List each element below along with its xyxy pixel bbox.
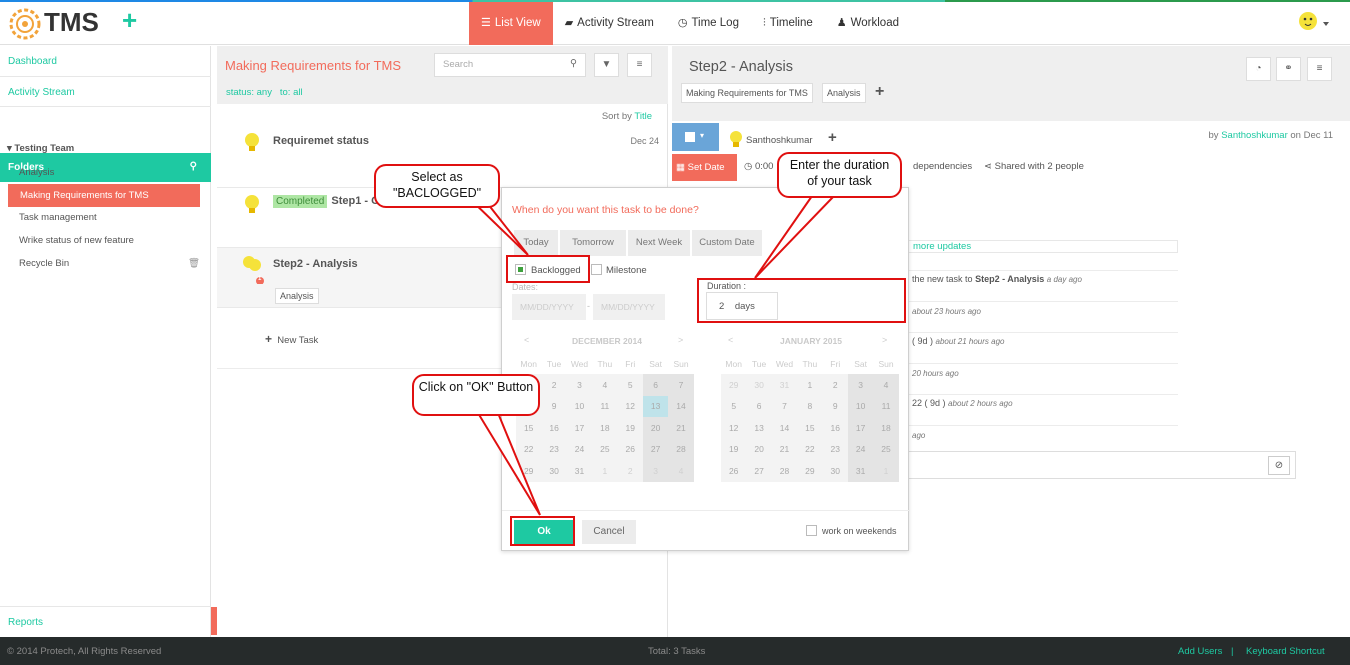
annotation-backlogged: Select as "BACLOGGED": [374, 164, 500, 208]
annotation-duration: Enter the duration of your task: [777, 152, 902, 198]
highlight-ok: [510, 516, 575, 546]
keyboard-shortcut-link[interactable]: Keyboard Shortcut: [1246, 646, 1325, 657]
highlight-duration: [697, 278, 906, 323]
copyright: © 2014 Protech, All Rights Reserved: [7, 646, 162, 657]
footer: © 2014 Protech, All Rights Reserved Tota…: [0, 637, 1350, 665]
highlight-backlogged: [506, 255, 590, 283]
callout-pointer: [476, 412, 541, 516]
task-total: Total: 3 Tasks: [648, 646, 706, 657]
add-users-link[interactable]: Add Users: [1178, 646, 1222, 657]
annotation-arrows: [465, 195, 837, 516]
callout-pointer: [754, 195, 837, 279]
footer-separator: |: [1231, 646, 1234, 657]
annotation-ok: Click on "OK" Button: [412, 374, 540, 416]
